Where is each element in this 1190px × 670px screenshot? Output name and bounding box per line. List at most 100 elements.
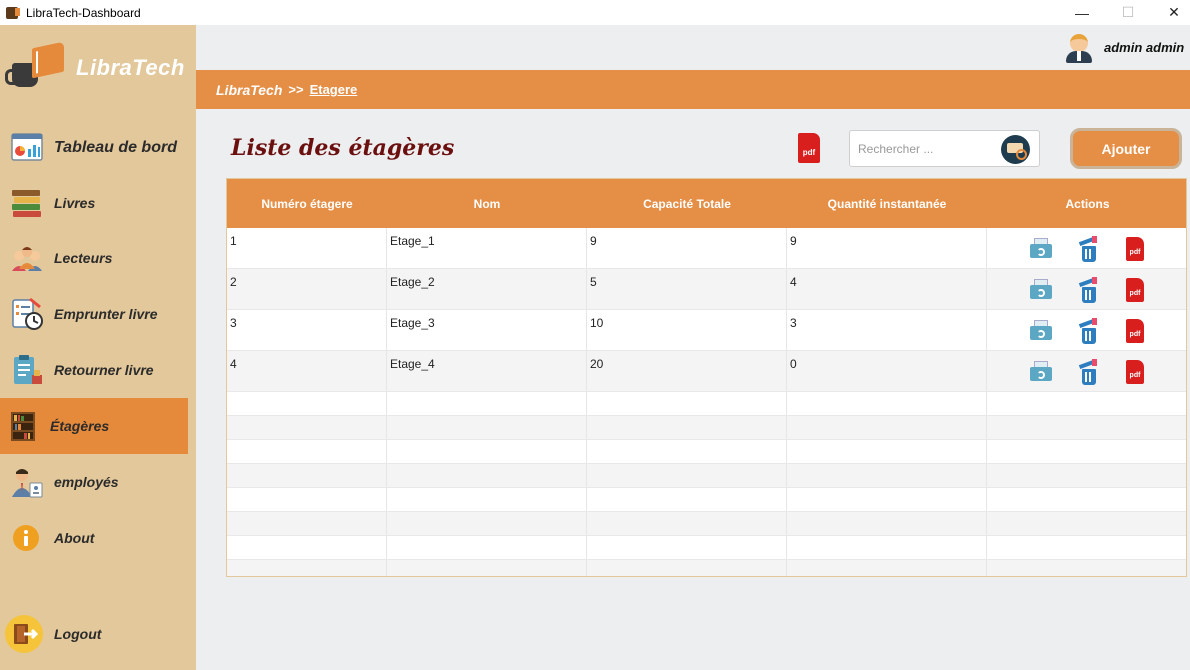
- sidebar-item-label: Lecteurs: [54, 250, 113, 266]
- logout-icon: [5, 615, 44, 653]
- window-title: LibraTech-Dashboard: [26, 5, 141, 20]
- sidebar-item-label: Livres: [54, 195, 96, 211]
- brand-logo: LibraTech: [5, 41, 190, 101]
- shelves-table: Numéro étagere Nom Capacité Totale Quant…: [226, 178, 1187, 577]
- column-header[interactable]: Quantité instantanée: [787, 179, 987, 228]
- sidebar-item-return-book[interactable]: Retourner livre: [0, 342, 188, 398]
- sidebar: LibraTech Tableau de bord Livres Lecteur…: [0, 25, 196, 670]
- minimize-button[interactable]: —: [1059, 0, 1105, 25]
- cell-quantite: 0: [787, 351, 987, 391]
- sidebar-item-shelves[interactable]: Étagères: [0, 398, 188, 454]
- search-box: [849, 130, 1040, 167]
- table-header: Numéro étagere Nom Capacité Totale Quant…: [227, 179, 1186, 228]
- window-title-bar: LibraTech-Dashboard — ☐ ✕: [0, 0, 1190, 25]
- delete-icon[interactable]: [1077, 359, 1101, 385]
- bookshelf-icon: [6, 409, 40, 443]
- row-pdf-icon[interactable]: pdf: [1123, 236, 1147, 262]
- sidebar-item-dashboard[interactable]: Tableau de bord: [0, 120, 188, 176]
- export-pdf-icon[interactable]: pdf: [798, 133, 820, 163]
- close-button[interactable]: ✕: [1151, 0, 1190, 25]
- column-header[interactable]: Capacité Totale: [587, 179, 787, 228]
- cell-capacite: 5: [587, 269, 787, 309]
- cell-actions: pdf: [987, 310, 1186, 350]
- breadcrumb-separator: >>: [288, 82, 304, 97]
- edit-icon[interactable]: [1029, 318, 1053, 344]
- logout-button[interactable]: Logout: [0, 606, 188, 662]
- row-pdf-icon[interactable]: pdf: [1123, 359, 1147, 385]
- breadcrumb-root: LibraTech: [216, 81, 283, 98]
- search-input[interactable]: [858, 139, 998, 159]
- book-icon: [32, 41, 64, 79]
- main-content: Liste des étagères pdf Ajouter Numéro ét…: [196, 109, 1190, 670]
- column-header[interactable]: Numéro étagere: [227, 179, 387, 228]
- cell-actions: pdf: [987, 269, 1186, 309]
- return-book-icon: [10, 353, 44, 387]
- borrow-book-icon: [10, 297, 44, 331]
- top-header: admin admin: [196, 25, 1190, 70]
- row-pdf-label: pdf: [1129, 249, 1141, 256]
- row-pdf-icon[interactable]: pdf: [1123, 318, 1147, 344]
- cell-quantite: 9: [787, 228, 987, 268]
- user-avatar[interactable]: [1065, 33, 1093, 63]
- sidebar-item-label: About: [54, 530, 95, 546]
- cell-numero: 4: [227, 351, 387, 391]
- table-row[interactable]: 2 Etage_2 5 4 pdf: [227, 269, 1186, 310]
- sidebar-item-readers[interactable]: Lecteurs: [0, 230, 188, 286]
- cell-quantite: 3: [787, 310, 987, 350]
- edit-icon[interactable]: [1029, 359, 1053, 385]
- sidebar-item-label: Tableau de bord: [54, 139, 177, 156]
- search-icon[interactable]: [1001, 135, 1030, 164]
- empty-row: [227, 512, 1186, 536]
- sidebar-item-borrow-book[interactable]: Emprunter livre: [0, 286, 188, 342]
- maximize-button[interactable]: ☐: [1105, 0, 1151, 25]
- table-row[interactable]: 1 Etage_1 9 9 pdf: [227, 228, 1186, 269]
- table-body: 1 Etage_1 9 9 pdf 2 Etage_2 5 4 pdf 3 Et…: [227, 228, 1186, 576]
- cell-numero: 2: [227, 269, 387, 309]
- cell-actions: pdf: [987, 228, 1186, 268]
- cell-numero: 3: [227, 310, 387, 350]
- edit-icon[interactable]: [1029, 277, 1053, 303]
- logout-label: Logout: [54, 626, 102, 642]
- row-pdf-label: pdf: [1129, 331, 1141, 338]
- export-pdf-label: pdf: [802, 148, 816, 157]
- cell-quantite: 4: [787, 269, 987, 309]
- sidebar-item-label: Retourner livre: [54, 362, 154, 378]
- column-header: Actions: [1065, 196, 1110, 211]
- row-pdf-label: pdf: [1129, 290, 1141, 297]
- delete-icon[interactable]: [1077, 236, 1101, 262]
- sidebar-item-label: Étagères: [50, 418, 110, 434]
- dashboard-icon: [10, 131, 44, 165]
- cell-capacite: 9: [587, 228, 787, 268]
- empty-row: [227, 488, 1186, 512]
- cell-actions: pdf: [987, 351, 1186, 391]
- cell-nom: Etage_4: [387, 351, 587, 391]
- empty-row: [227, 416, 1186, 440]
- app-icon: [6, 6, 20, 19]
- empty-row: [227, 560, 1186, 576]
- table-row[interactable]: 3 Etage_3 10 3 pdf: [227, 310, 1186, 351]
- add-button[interactable]: Ajouter: [1070, 128, 1182, 169]
- readers-icon: [10, 241, 44, 275]
- empty-row: [227, 440, 1186, 464]
- breadcrumb-current[interactable]: Etagere: [310, 82, 358, 97]
- row-pdf-icon[interactable]: pdf: [1123, 277, 1147, 303]
- info-icon: [10, 521, 44, 555]
- employee-icon: [10, 465, 44, 499]
- books-icon: [10, 186, 44, 220]
- cell-nom: Etage_2: [387, 269, 587, 309]
- cell-nom: Etage_3: [387, 310, 587, 350]
- delete-icon[interactable]: [1077, 318, 1101, 344]
- page-title: Liste des étagères: [231, 135, 455, 161]
- delete-icon[interactable]: [1077, 277, 1101, 303]
- column-header[interactable]: Nom: [387, 179, 587, 228]
- cell-numero: 1: [227, 228, 387, 268]
- cell-capacite: 10: [587, 310, 787, 350]
- sidebar-item-books[interactable]: Livres: [0, 175, 188, 231]
- cell-capacite: 20: [587, 351, 787, 391]
- sidebar-item-label: employés: [54, 474, 119, 490]
- user-name: admin admin: [1104, 40, 1185, 55]
- sidebar-item-employees[interactable]: employés: [0, 454, 188, 510]
- edit-icon[interactable]: [1029, 236, 1053, 262]
- table-row[interactable]: 4 Etage_4 20 0 pdf: [227, 351, 1186, 392]
- sidebar-item-about[interactable]: About: [0, 510, 188, 566]
